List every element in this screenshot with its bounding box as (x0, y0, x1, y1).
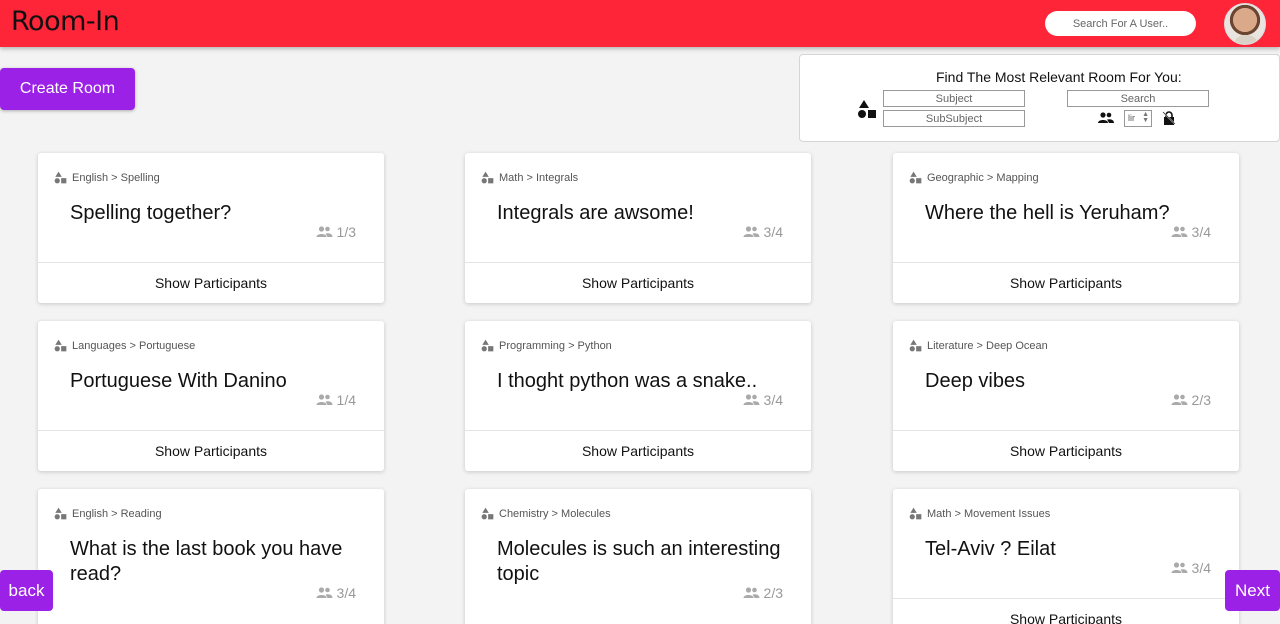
room-occupancy: 3/4 (743, 224, 783, 240)
room-occupancy: 2/3 (743, 585, 783, 601)
participants-icon (1098, 112, 1114, 123)
participants-icon (743, 226, 760, 237)
room-card[interactable]: Math > Integrals Integrals are awsome! 3… (465, 153, 811, 303)
room-occupancy-value: 3/4 (763, 224, 783, 240)
participants-icon (1171, 562, 1188, 573)
participants-icon (316, 226, 333, 237)
room-card[interactable]: Math > Movement Issues Tel-Aviv ? Eilat … (893, 489, 1239, 624)
subsubject-filter-input[interactable] (883, 110, 1025, 127)
participant-limit-stepper[interactable]: lir ▲ ▼ (1124, 110, 1152, 127)
room-category: English > Spelling (54, 171, 160, 184)
participants-icon (743, 394, 760, 405)
room-occupancy-value: 3/4 (336, 585, 356, 601)
room-title: Tel-Aviv ? Eilat (925, 538, 1056, 560)
room-occupancy-value: 1/3 (336, 224, 356, 240)
room-search-input[interactable] (1067, 90, 1209, 107)
room-category-label: Geographic > Mapping (927, 171, 1039, 184)
room-category: Literature > Deep Ocean (909, 339, 1048, 352)
room-card[interactable]: English > Spelling Spelling together? 1/… (38, 153, 384, 303)
category-shapes-icon (54, 339, 67, 352)
room-category-label: English > Reading (72, 507, 162, 520)
room-category: Languages > Portuguese (54, 339, 195, 352)
room-title: I thoght python was a snake.. (497, 370, 758, 392)
room-category-label: Math > Movement Issues (927, 507, 1051, 520)
room-category: Math > Integrals (481, 171, 578, 184)
show-participants-button[interactable]: Show Participants (38, 263, 384, 303)
room-category-label: English > Spelling (72, 171, 160, 184)
filter-title: Find The Most Relevant Room For You: (936, 69, 1182, 85)
room-title: Where the hell is Yeruham? (925, 202, 1170, 224)
room-title: Portuguese With Danino (70, 370, 287, 392)
room-category: Geographic > Mapping (909, 171, 1039, 184)
room-occupancy-value: 2/3 (1191, 392, 1211, 408)
room-occupancy: 1/3 (316, 224, 356, 240)
top-bar: Room-In (0, 0, 1280, 47)
show-participants-button[interactable]: Show Participants (38, 431, 384, 471)
category-shapes-icon (909, 507, 922, 520)
room-title: What is the last book you have read? (70, 538, 343, 585)
participants-icon (316, 394, 333, 405)
category-shapes-icon (481, 339, 494, 352)
room-occupancy: 3/4 (316, 585, 356, 601)
show-participants-button[interactable]: Show Participants (465, 263, 811, 303)
room-title: Deep vibes (925, 370, 1026, 392)
room-category-label: Languages > Portuguese (72, 339, 196, 352)
room-occupancy-value: 2/3 (763, 585, 783, 601)
room-occupancy-value: 3/4 (763, 392, 783, 408)
room-occupancy: 2/3 (1171, 392, 1211, 408)
category-shapes-icon (54, 507, 67, 520)
room-occupancy: 1/4 (316, 392, 356, 408)
room-category: Programming > Python (481, 339, 612, 352)
room-card[interactable]: Geographic > Mapping Where the hell is Y… (893, 153, 1239, 303)
category-shapes-icon (909, 339, 922, 352)
room-occupancy: 3/4 (743, 392, 783, 408)
room-category: Chemistry > Molecules (481, 507, 611, 520)
room-card[interactable]: Chemistry > Molecules Molecules is such … (465, 489, 811, 624)
category-shapes-icon (481, 171, 494, 184)
participants-icon (1171, 226, 1188, 237)
participants-icon (1171, 394, 1188, 405)
room-card[interactable]: English > Reading What is the last book … (38, 489, 384, 624)
category-shapes-icon (54, 171, 67, 184)
room-category-label: Literature > Deep Ocean (927, 339, 1048, 352)
room-occupancy-value: 3/4 (1191, 560, 1211, 576)
limit-value: lir (1128, 113, 1135, 123)
show-participants-button[interactable]: Show Participants (893, 599, 1239, 624)
stepper-arrows-icon[interactable]: ▲ ▼ (1142, 111, 1149, 124)
participants-icon (316, 587, 333, 598)
room-occupancy-value: 3/4 (1191, 224, 1211, 240)
create-room-button[interactable]: Create Room (0, 68, 135, 110)
user-search-input[interactable] (1045, 11, 1196, 36)
room-card[interactable]: Literature > Deep Ocean Deep vibes 2/3 S… (893, 321, 1239, 471)
private-lock-icon[interactable] (1162, 111, 1176, 125)
room-occupancy-value: 1/4 (336, 392, 356, 408)
room-title: Molecules is such an interesting topic (497, 538, 781, 585)
back-button[interactable]: back (0, 570, 53, 611)
show-participants-button[interactable]: Show Participants (465, 431, 811, 471)
app-logo[interactable]: Room-In (11, 6, 120, 37)
room-category-label: Programming > Python (499, 339, 612, 352)
participants-icon (743, 587, 760, 598)
category-shapes-icon (481, 507, 494, 520)
next-button[interactable]: Next (1225, 570, 1280, 611)
room-category-label: Chemistry > Molecules (499, 507, 611, 520)
subject-filter-input[interactable] (883, 90, 1025, 107)
room-occupancy: 3/4 (1171, 224, 1211, 240)
user-avatar[interactable] (1224, 3, 1266, 45)
category-shapes-icon (909, 171, 922, 184)
room-card[interactable]: Programming > Python I thoght python was… (465, 321, 811, 471)
category-shapes-icon (858, 100, 876, 118)
room-category-label: Math > Integrals (499, 171, 579, 184)
show-participants-button[interactable]: Show Participants (893, 431, 1239, 471)
room-filter-panel: Find The Most Relevant Room For You: lir… (799, 54, 1280, 142)
room-occupancy: 3/4 (1171, 560, 1211, 576)
room-title: Integrals are awsome! (497, 202, 694, 224)
show-participants-button[interactable]: Show Participants (893, 263, 1239, 303)
room-category: Math > Movement Issues (909, 507, 1050, 520)
room-card[interactable]: Languages > Portuguese Portuguese With D… (38, 321, 384, 471)
room-title: Spelling together? (70, 202, 232, 224)
room-category: English > Reading (54, 507, 162, 520)
